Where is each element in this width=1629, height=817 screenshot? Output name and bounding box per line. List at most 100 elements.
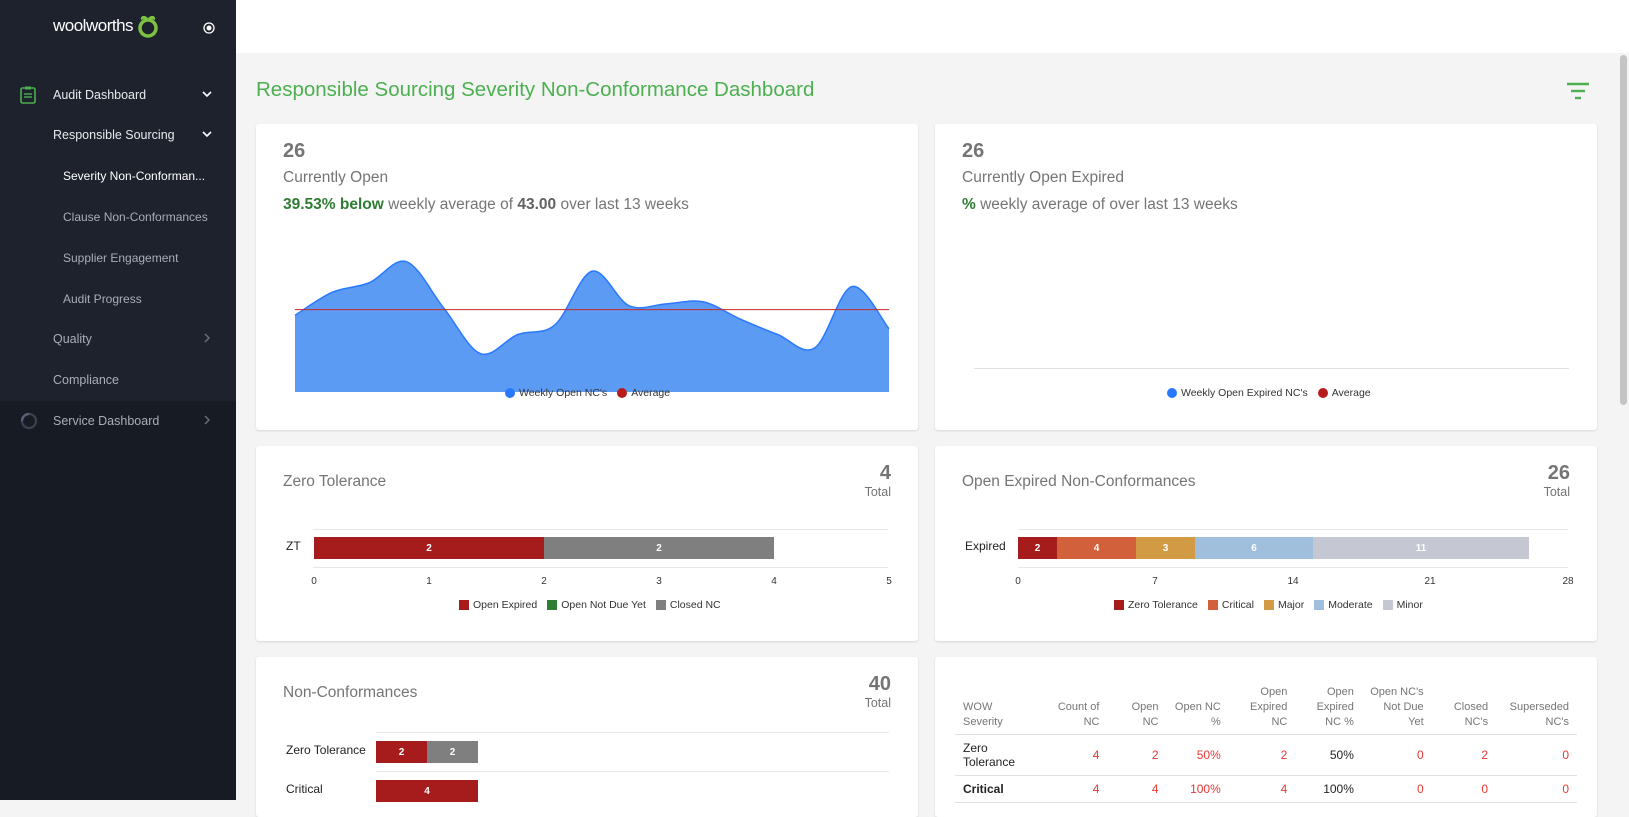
table-row[interactable]: Critical 4 4 100% 4 100% 0 0 0	[955, 775, 1577, 803]
scrollbar[interactable]	[1618, 53, 1629, 800]
table-cell: 2	[1431, 734, 1497, 776]
non-conformances-title: Non-Conformances	[283, 684, 418, 701]
bar-critical[interactable]: 4	[1057, 537, 1136, 559]
bar-moderate[interactable]: 6	[1195, 537, 1313, 559]
zero-tolerance-total: 4 Total	[865, 462, 891, 499]
table-cell: Zero Tolerance	[955, 734, 1041, 776]
bar-value: 4	[1093, 542, 1100, 554]
zero-tolerance-title: Zero Tolerance	[283, 473, 387, 490]
bar-open-expired[interactable]: 4	[376, 780, 478, 802]
gridline	[313, 567, 888, 568]
total-value: 26	[1547, 462, 1570, 484]
non-conformances-total: 40 Total	[865, 673, 891, 710]
severity-table: WOW Severity Count of NC Open NC Open NC…	[955, 681, 1577, 803]
legend-swatch	[1382, 600, 1393, 610]
currently-open-expired-card: 26 Currently Open Expired % weekly avera…	[935, 124, 1597, 430]
legend-label: Critical	[1221, 599, 1254, 611]
open-avg: 43.00	[517, 196, 557, 213]
expired-text: weekly average of over last 13 weeks	[980, 196, 1238, 213]
legend-swatch	[655, 600, 666, 610]
bar-value: 2	[1034, 542, 1041, 554]
filter-icon[interactable]	[1566, 82, 1590, 100]
bar-closed-nc[interactable]: 2	[544, 537, 774, 559]
sidebar-item-supplier-engagement[interactable]: Supplier Engagement	[63, 251, 178, 265]
open-stat: 39.53% below weekly average of 43.00 ove…	[283, 196, 689, 214]
legend-label: Moderate	[1328, 599, 1373, 611]
open-expired-nc-card: Open Expired Non-Conformances 26 Total E…	[935, 446, 1597, 641]
legend-swatch	[1114, 600, 1124, 610]
table-cell: 2	[1228, 734, 1296, 776]
open-mid-text: weekly average of	[388, 196, 514, 213]
chevron-down-icon	[202, 91, 212, 98]
table-cell: Critical	[955, 775, 1041, 803]
bar-open-expired[interactable]: 2	[376, 741, 427, 763]
chevron-down-icon	[202, 131, 212, 138]
bar-value: 6	[1251, 542, 1257, 554]
sidebar-item-label: Quality	[53, 332, 92, 346]
gridline	[376, 732, 889, 733]
bar-category-label: Expired	[965, 539, 1006, 553]
legend-label: Weekly Open Expired NC's	[1181, 387, 1308, 399]
bar-zero-tolerance[interactable]: 2	[1018, 537, 1057, 559]
x-tick: 28	[1562, 576, 1574, 587]
table-header: WOW Severity	[955, 681, 1041, 735]
currently-open-card: 26 Currently Open 39.53% below weekly av…	[256, 124, 918, 430]
sidebar-item-audit-progress[interactable]: Audit Progress	[63, 292, 142, 306]
x-tick: 0	[311, 576, 317, 587]
chevron-right-icon	[204, 415, 210, 425]
table-cell: 50%	[1166, 734, 1229, 776]
weekly-open-area-chart	[294, 260, 890, 392]
bar-major[interactable]: 3	[1136, 537, 1195, 559]
legend-label: Closed NC	[669, 599, 721, 611]
table-cell: 0	[1431, 775, 1497, 803]
logo-text: woolworths	[53, 16, 134, 35]
open-label: Currently Open	[283, 169, 389, 186]
empty-chart-baseline	[974, 368, 1569, 369]
table-row[interactable]: Zero Tolerance 4 2 50% 2 50% 0 2 0	[955, 734, 1577, 776]
scrollbar-thumb[interactable]	[1620, 55, 1627, 405]
table-header: Count of NC	[1040, 681, 1108, 735]
legend-label: Major	[1277, 599, 1305, 611]
legend-swatch	[505, 388, 515, 398]
sidebar-item-responsible-sourcing[interactable]: Responsible Sourcing	[0, 115, 236, 155]
non-conformances-card: Non-Conformances 40 Total Zero Tolerance…	[256, 657, 918, 817]
open-tail-text: over last 13 weeks	[560, 196, 689, 213]
table-cell: 4	[1107, 775, 1167, 803]
bar-closed-nc[interactable]: 2	[427, 741, 478, 763]
legend-label: Open Not Due Yet	[561, 599, 646, 611]
sidebar-item-quality[interactable]: Quality	[0, 319, 236, 359]
chevron-right-icon	[204, 333, 210, 343]
bar-minor[interactable]: 11	[1313, 537, 1529, 559]
table-cell: 100%	[1166, 775, 1229, 803]
sidebar-item-audit-dashboard[interactable]: Audit Dashboard	[0, 75, 236, 115]
table-header: Open NC's Not Due Yet	[1361, 681, 1432, 735]
page-title: Responsible Sourcing Severity Non-Confor…	[256, 78, 815, 101]
loading-circle-icon	[20, 412, 38, 430]
sidebar-item-label: Responsible Sourcing	[53, 128, 175, 142]
table-cell: 0	[1361, 734, 1432, 776]
sidebar-item-label: Compliance	[53, 373, 120, 387]
table-header: Closed NC's	[1431, 681, 1497, 735]
zero-tolerance-card: Zero Tolerance 4 Total ZT 2 2 0 1 2 3 4 …	[256, 446, 918, 641]
total-value: 4	[879, 462, 891, 484]
sidebar-item-compliance[interactable]: Compliance	[0, 360, 236, 400]
woolworths-logo[interactable]: woolworths	[53, 14, 161, 38]
legend-label: Average	[1331, 387, 1371, 399]
sidebar-item-clause-non-conformances[interactable]: Clause Non-Conformances	[63, 210, 208, 224]
table-cell: 0	[1361, 775, 1432, 803]
x-tick: 5	[886, 576, 892, 587]
sidebar-item-service-dashboard[interactable]: Service Dashboard	[0, 401, 236, 441]
series-area-weekly-open[interactable]	[295, 261, 889, 392]
x-tick: 3	[656, 576, 662, 587]
legend-label: Open Expired	[473, 599, 538, 611]
legend-swatch	[1207, 600, 1218, 610]
legend-swatch	[459, 600, 469, 610]
sidebar-item-severity-non-conformances[interactable]: Severity Non-Conforman...	[63, 169, 205, 183]
sidebar-item-label: Audit Dashboard	[53, 88, 147, 102]
table-header: Superseded NC's	[1496, 681, 1577, 735]
open-chart-legend: Weekly Open NC's Average	[505, 387, 670, 399]
x-tick: 7	[1152, 576, 1158, 587]
sidebar-toggle-icon[interactable]	[203, 22, 215, 34]
bar-value: 4	[424, 785, 430, 797]
bar-open-expired[interactable]: 2	[314, 537, 544, 559]
